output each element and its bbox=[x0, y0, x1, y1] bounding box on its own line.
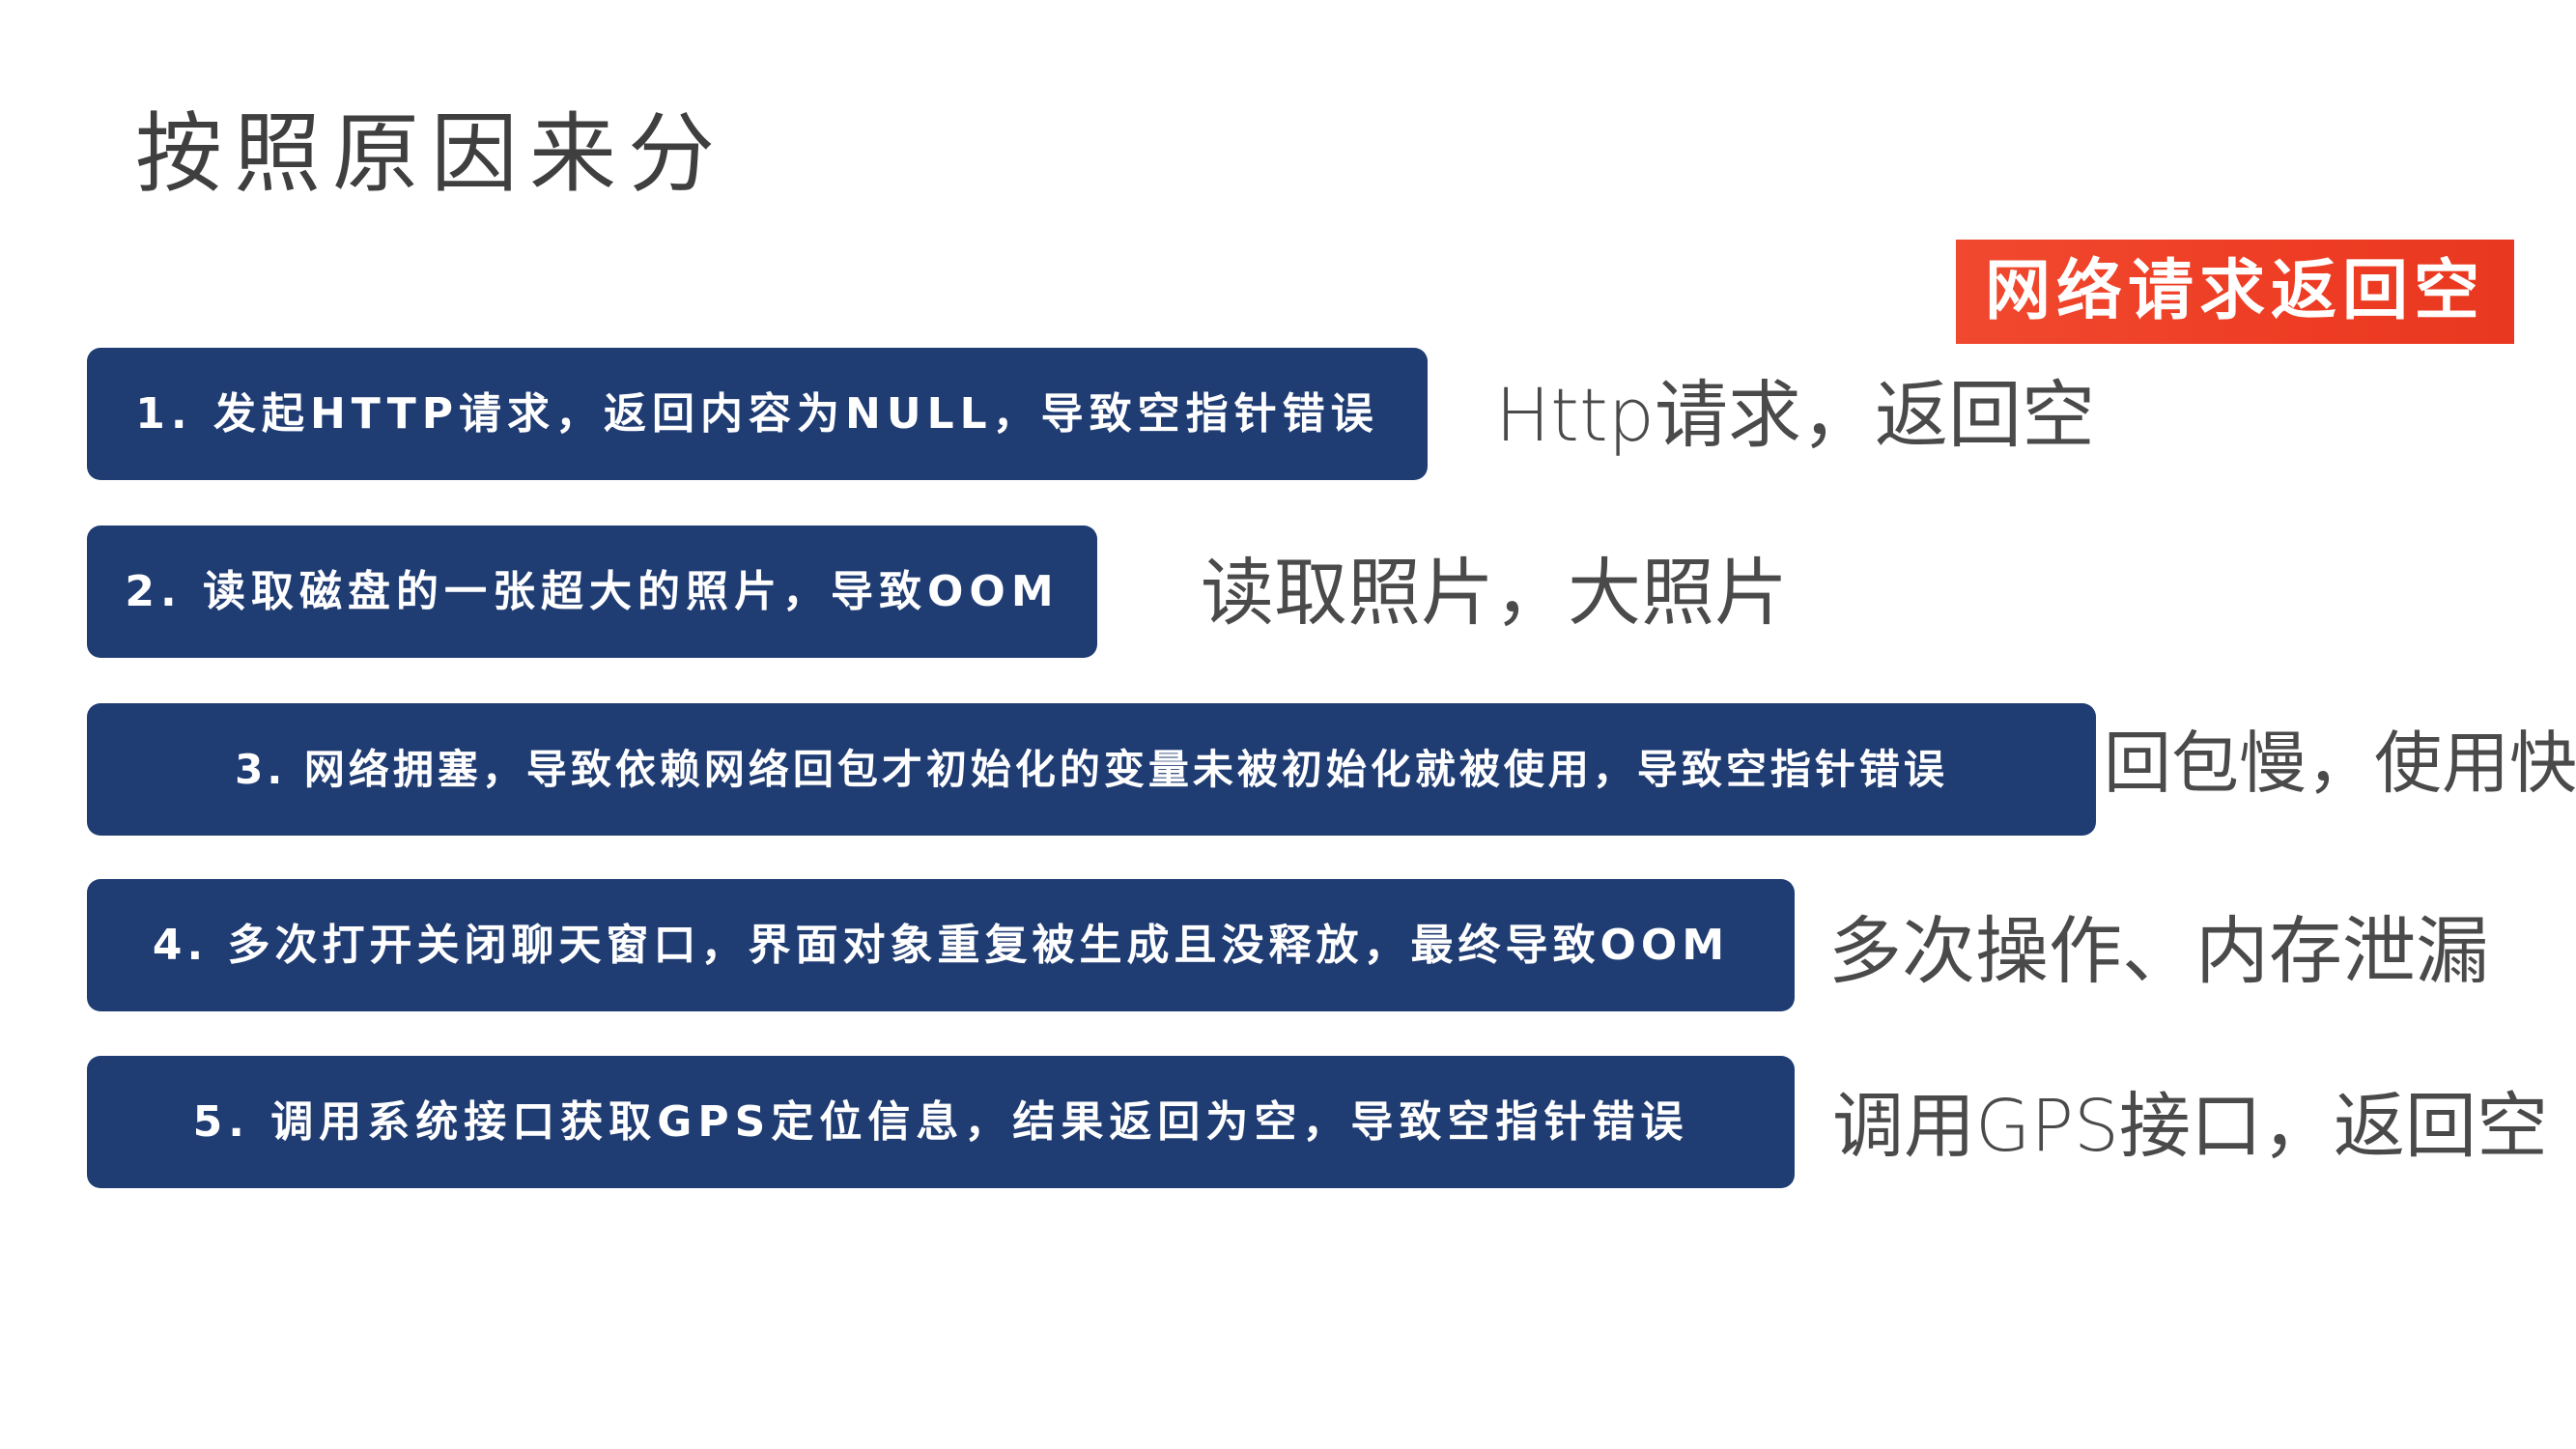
cause-note-3: 回包慢，使用快 bbox=[2104, 724, 2576, 803]
cause-box-4: 4. 多次打开关闭聊天窗口，界面对象重复被生成且没释放，最终导致OOM bbox=[87, 879, 1795, 1011]
cause-box-1: 1. 发起HTTP请求，返回内容为NULL，导致空指针错误 bbox=[87, 348, 1428, 480]
cause-note-5: 调用GPS接口，返回空 bbox=[1832, 1085, 2548, 1168]
cause-box-3: 3. 网络拥塞，导致依赖网络回包才初始化的变量未被初始化就被使用，导致空指针错误 bbox=[87, 703, 2096, 836]
cause-box-5: 5. 调用系统接口获取GPS定位信息，结果返回为空，导致空指针错误 bbox=[87, 1056, 1795, 1188]
highlight-tag: 网络请求返回空 bbox=[1956, 240, 2514, 344]
cause-box-2: 2. 读取磁盘的一张超大的照片，导致OOM bbox=[87, 526, 1097, 658]
cause-note-1: Http请求，返回空 bbox=[1495, 372, 2095, 458]
page-title: 按照原因来分 bbox=[135, 103, 726, 205]
cause-note-4: 多次操作、内存泄漏 bbox=[1828, 908, 2489, 994]
cause-note-2: 读取照片，大照片 bbox=[1201, 550, 1788, 636]
